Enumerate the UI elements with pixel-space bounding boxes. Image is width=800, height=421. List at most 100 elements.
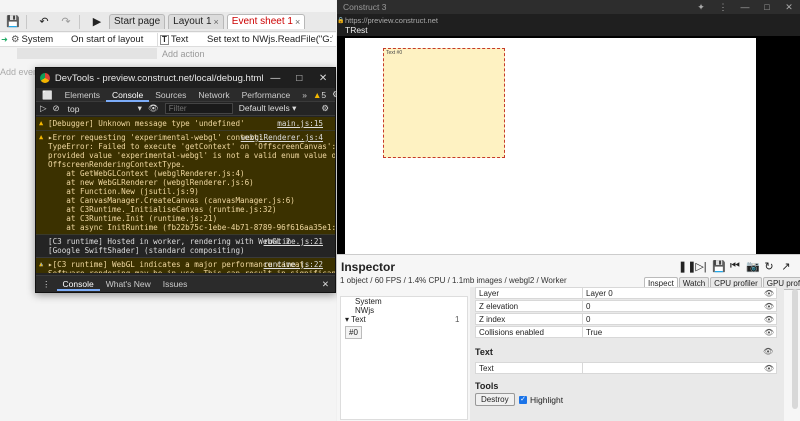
eye-icon[interactable]: 👁 [762,302,776,311]
tab-console[interactable]: Console [106,88,150,102]
inspect-element-icon[interactable]: ⬜ [36,88,59,102]
drawer-tab-console[interactable]: Console [56,277,100,291]
highlight-label: Highlight [530,395,564,405]
console-line: [Google SwiftShader] (standard compositi… [48,246,245,255]
section-text-heading: Text [475,347,493,357]
devtools-titlebar: DevTools - preview.construct.net/local/d… [36,68,335,88]
kebab-menu-icon[interactable]: ⋮ [712,2,734,13]
warning-icon: ▲ [39,133,44,141]
eye-icon[interactable]: 👁 [762,289,776,298]
toolbar-separator [79,14,80,29]
eye-icon[interactable]: 👁 [762,315,776,324]
action-text[interactable]: Set text to NWjs.ReadFile("G:\teste.txt"… [205,33,333,47]
screenshot-icon[interactable]: 📷 [746,260,760,273]
condition-object-name: System [21,34,54,45]
console-prompt[interactable]: › [40,259,43,269]
inspector-panel: Inspector 1 object / 60 FPS / 1.4% CPU /… [337,254,800,421]
console-settings-icon[interactable]: ⚙ [321,103,329,114]
restart-icon[interactable]: ⏮ [729,260,741,273]
property-row-z-index[interactable]: Z index 0 👁 [475,313,777,325]
close-icon[interactable]: × [214,15,219,29]
extension-icon[interactable]: ✦ [690,2,712,13]
tab-network[interactable]: Network [192,88,235,102]
console-message[interactable]: runtime.js:21 [C3 runtime] Hosted in work… [36,235,335,258]
close-icon[interactable]: × [295,15,300,29]
console-source-link[interactable]: main.js:15 [277,119,323,128]
console-message[interactable]: ▲ main.js:15 [Debugger] Unknown message ty… [36,117,335,131]
console-source-link[interactable]: runtime.js:21 [264,237,323,246]
save-icon[interactable]: 💾 [712,260,726,273]
popout-icon[interactable]: ↗ [780,260,792,273]
console-message[interactable]: ▲ webglRenderer.js:4 ▸Error requesting 'ex… [36,131,335,235]
game-canvas[interactable]: Text #0 [345,38,756,254]
action-object[interactable]: T Text [157,32,205,47]
warning-icon: ▲ [39,119,44,127]
console-output: ▲ main.js:15 [Debugger] Unknown message ty… [36,117,335,273]
property-value[interactable]: 0 [583,302,762,311]
text-object-instance[interactable]: Text #0 [383,48,505,158]
property-row-text[interactable]: Text 👁 [475,362,777,374]
console-filter-input[interactable] [164,103,233,114]
tab-performance[interactable]: Performance [236,88,297,102]
console-line: at C3Runtime.Init (runtime.js:21) [48,214,218,223]
property-value[interactable]: True [583,328,762,337]
drawer-menu-icon[interactable]: ⋮ [42,279,51,290]
properties-scrollbar[interactable] [792,289,798,409]
maximize-icon[interactable]: □ [287,73,311,84]
event-row[interactable]: ➜ ⚙ System On start of layout T Text Set… [0,32,336,47]
property-row-layer[interactable]: Layer Layer 0 👁 [475,287,777,299]
property-row-collisions[interactable]: Collisions enabled True 👁 [475,326,777,338]
eye-icon[interactable]: 👁 [762,364,776,373]
add-action-link[interactable]: Add action [162,49,205,59]
condition-text[interactable]: On start of layout [69,33,157,47]
warning-count[interactable]: 5 [321,90,326,100]
preview-url: https://preview.construct.net [345,16,438,25]
console-line: at GetWebGLContext (webglRenderer.js:4) [48,169,245,178]
property-key: Layer [476,288,583,298]
tab-elements[interactable]: Elements [59,88,106,102]
context-selector[interactable]: top [68,104,138,114]
tab-sources[interactable]: Sources [149,88,192,102]
tree-item-instance[interactable]: #0 [345,326,362,339]
undo-icon[interactable]: ↶ [35,13,53,31]
drawer-tab-issues[interactable]: Issues [157,277,194,291]
property-value[interactable]: Layer 0 [583,289,762,298]
minimize-icon[interactable]: — [734,2,756,12]
highlight-checkbox[interactable]: ✓ [519,396,527,404]
close-icon[interactable]: ✕ [778,2,800,13]
console-line: at async InitRuntime (fb22b75c-1ebe-4b71… [48,223,335,232]
close-icon[interactable]: ✕ [311,73,335,84]
log-levels-dropdown[interactable]: Default levels ▾ [239,103,297,114]
property-row-z-elevation[interactable]: Z elevation 0 👁 [475,300,777,312]
console-message[interactable]: ▲ runtime.js:22 ▸[C3 runtime] WebGL indica… [36,258,335,273]
console-source-link[interactable]: webglRenderer.js:4 [241,133,323,142]
tree-item-nwjs[interactable]: NWjs [355,306,374,315]
condition-object[interactable]: ⚙ System [9,33,69,47]
clear-console-icon[interactable]: ⊘ [53,103,60,114]
property-key: Z index [476,314,583,324]
pause-icon[interactable]: ❚❚ [678,260,696,273]
save-icon[interactable]: 💾 [4,13,22,31]
eye-icon[interactable]: 👁 [763,347,773,356]
tab-start-page[interactable]: Start page [109,14,166,29]
context-dropdown-icon[interactable]: ▾ [138,103,142,114]
close-drawer-icon[interactable]: ✕ [322,279,329,290]
drawer-tab-whats-new[interactable]: What's New [100,277,157,291]
eye-icon[interactable]: 👁 [762,328,776,337]
tree-item-text[interactable]: ▾ Text [345,315,366,324]
maximize-icon[interactable]: □ [756,2,778,12]
more-tabs-button[interactable]: » [296,88,313,102]
play-icon[interactable]: ▶ [88,13,106,31]
tab-layout-1[interactable]: Layout 1 × [168,14,224,29]
tree-item-system[interactable]: System [355,297,382,306]
property-value[interactable]: 0 [583,315,762,324]
minimize-icon[interactable]: — [264,73,288,84]
eye-icon[interactable]: 👁 [148,103,159,114]
tab-event-sheet-1[interactable]: Event sheet 1 × [226,14,306,29]
destroy-button[interactable]: Destroy [475,393,515,406]
sidebar-toggle-icon[interactable]: ▷ [40,103,47,114]
redo-icon[interactable]: ↷ [57,13,75,31]
reload-icon[interactable]: ↻ [763,260,775,273]
console-source-link[interactable]: runtime.js:22 [264,260,323,269]
step-icon[interactable]: ▷| [695,260,707,273]
